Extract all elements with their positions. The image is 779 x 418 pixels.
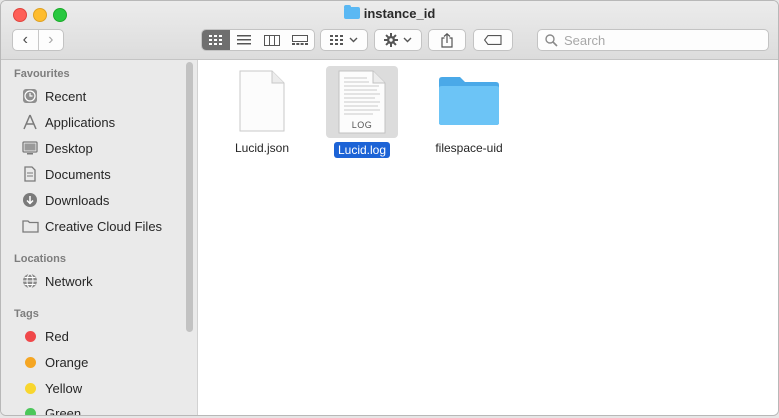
sidebar-item-documents[interactable]: Documents [21, 163, 111, 185]
edit-tags-button[interactable] [473, 29, 513, 51]
gallery-icon [292, 34, 308, 45]
sidebar-item-tag-red[interactable]: Red [21, 325, 69, 347]
sidebar-item-label: Documents [45, 166, 111, 182]
sidebar-item-label: Orange [45, 354, 89, 370]
sidebar-item-label: Recent [45, 88, 87, 104]
group-by-button[interactable] [320, 29, 368, 51]
desktop-icon [21, 139, 39, 157]
icon-view-button[interactable] [202, 30, 230, 50]
gear-icon [384, 33, 398, 47]
action-menu-button[interactable] [374, 29, 422, 51]
sidebar-item-tag-green[interactable]: Green [21, 402, 81, 415]
window-title-text: instance_id [363, 6, 436, 21]
grid-icon [209, 35, 222, 45]
folder-icon [433, 66, 505, 136]
sidebar: Favourites Recent Applications Desktop D… [1, 60, 198, 415]
file-item-lucid-log[interactable]: LOG Lucid.log [324, 66, 400, 158]
json-file-icon [226, 66, 298, 136]
view-mode-group [201, 29, 315, 51]
sidebar-item-applications[interactable]: Applications [21, 111, 115, 133]
green-tag-dot-icon [25, 407, 36, 415]
applications-icon [21, 113, 39, 131]
finder-window: instance_id ‹ › Search Favourites Recent… [0, 0, 779, 416]
sidebar-item-tag-yellow[interactable]: Yellow [21, 377, 82, 399]
sidebar-item-network[interactable]: Network [21, 270, 93, 292]
chevron-down-icon [403, 37, 412, 43]
back-button[interactable]: ‹ [13, 30, 38, 50]
sidebar-item-creative-cloud-files[interactable]: Creative Cloud Files [21, 215, 162, 237]
tag-icon [484, 35, 502, 45]
list-view-button[interactable] [230, 30, 258, 50]
grid-icon [330, 35, 343, 45]
sidebar-item-label: Red [45, 328, 69, 344]
sidebar-item-recent[interactable]: Recent [21, 85, 86, 107]
chevron-down-icon [349, 37, 358, 43]
file-name-label[interactable]: Lucid.log [333, 142, 391, 158]
title-bar: instance_id ‹ › [1, 1, 778, 60]
sidebar-scrollbar[interactable] [186, 62, 193, 332]
locations-header: Locations [14, 253, 66, 265]
gallery-view-button[interactable] [286, 30, 314, 50]
file-browser-area: Lucid.json LOG Lucid.log filespace-uid [198, 60, 778, 415]
back-forward-group: ‹ › [12, 29, 64, 51]
network-globe-icon [21, 272, 39, 290]
sidebar-item-label: Yellow [45, 380, 83, 396]
document-icon [21, 165, 39, 183]
sidebar-item-label: Creative Cloud Files [45, 218, 163, 234]
folder-icon [21, 217, 39, 235]
share-icon [441, 32, 453, 48]
share-button[interactable] [428, 29, 466, 51]
tags-header: Tags [14, 308, 39, 320]
forward-button[interactable]: › [39, 30, 64, 50]
search-icon [545, 33, 558, 47]
search-input[interactable] [562, 31, 726, 49]
file-item-filespace-uid[interactable]: filespace-uid [422, 66, 516, 156]
folder-icon [343, 5, 360, 19]
sidebar-item-label: Network [45, 273, 93, 289]
yellow-tag-dot-icon [25, 382, 36, 394]
search-field[interactable] [537, 29, 769, 51]
favourites-header: Favourites [14, 68, 70, 80]
window-title: instance_id [1, 5, 778, 21]
sidebar-item-downloads[interactable]: Downloads [21, 189, 109, 211]
file-name-label: Lucid.json [234, 141, 290, 155]
sidebar-item-label: Green [45, 405, 82, 416]
sidebar-item-label: Desktop [45, 140, 93, 156]
file-name-label: filespace-uid [435, 141, 503, 155]
sidebar-item-label: Applications [45, 114, 116, 130]
orange-tag-dot-icon [25, 356, 36, 368]
log-badge: LOG [351, 120, 373, 130]
column-view-button[interactable] [258, 30, 286, 50]
clock-icon [21, 87, 39, 105]
list-icon [237, 35, 251, 45]
sidebar-item-label: Downloads [45, 192, 110, 208]
download-icon [21, 191, 39, 209]
sidebar-item-tag-orange[interactable]: Orange [21, 351, 88, 373]
columns-icon [264, 34, 280, 46]
red-tag-dot-icon [25, 330, 36, 342]
file-item-lucid-json[interactable]: Lucid.json [220, 66, 304, 156]
sidebar-item-desktop[interactable]: Desktop [21, 137, 93, 159]
